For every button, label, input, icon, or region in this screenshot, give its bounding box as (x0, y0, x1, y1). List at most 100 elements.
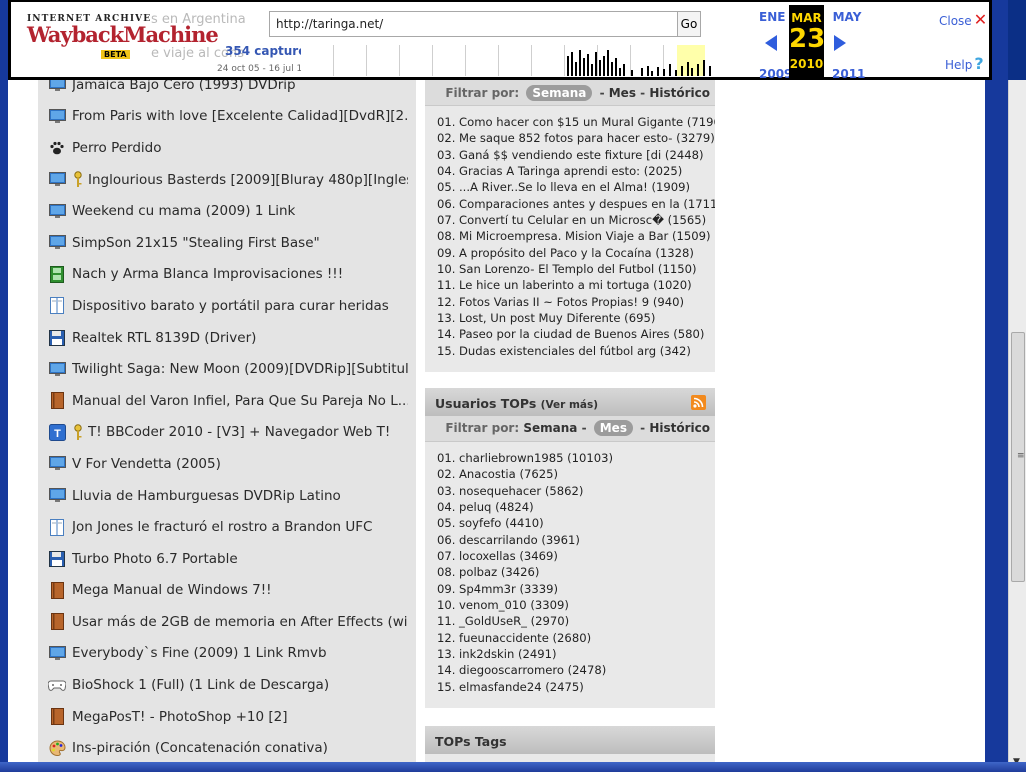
post-item[interactable]: Jon Jones le fracturó el rostro a Brando… (48, 511, 408, 543)
item-link[interactable]: Dudas existenciales del fútbol arg (342) (459, 344, 691, 358)
url-input[interactable]: http://taringa.net/ (269, 11, 681, 37)
post-title-link[interactable]: Nach y Arma Blanca Improvisaciones !!! (72, 266, 343, 282)
post-title-link[interactable]: Lluvia de Hamburguesas DVDRip Latino (72, 488, 341, 504)
item-link[interactable]: Fotos Varias II ~ Fotos Propias! 9 (940) (459, 295, 684, 309)
list-item[interactable]: 03. Ganá $$ vendiendo este fixture [di (2… (437, 147, 715, 163)
list-item[interactable]: 07. locoxellas (3469) (437, 548, 715, 564)
post-item[interactable]: Realtek RTL 8139D (Driver) (48, 322, 408, 354)
prev-arrow-icon[interactable] (765, 35, 777, 51)
item-link[interactable]: descarrilando (3961) (459, 533, 580, 547)
item-link[interactable]: polbaz (3426) (459, 565, 539, 579)
list-item[interactable]: 08. Mi Microempresa. Mision Viaje a Bar (… (437, 228, 715, 244)
post-title-link[interactable]: Twilight Saga: New Moon (2009)[DVDRip][S… (72, 361, 408, 377)
item-link[interactable]: Comparaciones antes y despues en la (171… (459, 197, 715, 211)
list-item[interactable]: 01. Como hacer con $15 un Mural Gigante (… (437, 114, 715, 130)
list-item[interactable]: 10. venom_010 (3309) (437, 597, 715, 613)
item-link[interactable]: Sp4mm3r (3339) (459, 582, 558, 596)
post-title-link[interactable]: Realtek RTL 8139D (Driver) (72, 330, 256, 346)
post-title-link[interactable]: Dispositivo barato y portátil para curar… (72, 298, 389, 314)
list-item[interactable]: 14. Paseo por la ciudad de Buenos Aires (… (437, 326, 715, 342)
item-link[interactable]: Me saque 852 fotos para hacer esto- (327… (459, 131, 715, 145)
item-link[interactable]: fueunaccidente (2680) (459, 631, 591, 645)
post-title-link[interactable]: Manual del Varon Infiel, Para Que Su Par… (72, 393, 408, 409)
post-item[interactable]: Manual del Varon Infiel, Para Que Su Par… (48, 385, 408, 417)
item-link[interactable]: Paseo por la ciudad de Buenos Aires (580… (459, 327, 704, 341)
post-item[interactable]: SimpSon 21x15 "Stealing First Base" (48, 227, 408, 259)
item-link[interactable]: soyfefo (4410) (459, 516, 544, 530)
post-item[interactable]: T T! BBCoder 2010 - [V3] + Navegador Web … (48, 417, 408, 449)
filter-semana[interactable]: Semana (523, 421, 577, 435)
post-title-link[interactable]: BioShock 1 (Full) (1 Link de Descarga) (72, 677, 329, 693)
list-item[interactable]: 11. _GoldUseR_ (2970) (437, 613, 715, 629)
item-link[interactable]: Le hice un laberinto a mi tortuga (1020) (459, 278, 692, 292)
post-title-link[interactable]: Mega Manual de Windows 7!! (72, 582, 272, 598)
item-link[interactable]: Anacostia (7625) (459, 467, 558, 481)
item-link[interactable]: Como hacer con $15 un Mural Gigante (719… (459, 115, 715, 129)
list-item[interactable]: 01. charliebrown1985 (10103) (437, 450, 715, 466)
close-button[interactable]: Close ✕ (939, 10, 987, 29)
item-link[interactable]: elmasfande24 (2475) (459, 680, 584, 694)
post-item[interactable]: Weekend cu mama (2009) 1 Link (48, 195, 408, 227)
scrollbar-thumb[interactable]: ≡ (1011, 332, 1025, 582)
list-item[interactable]: 08. polbaz (3426) (437, 564, 715, 580)
item-link[interactable]: San Lorenzo- El Templo del Futbol (1150) (459, 262, 696, 276)
list-item[interactable]: 15. elmasfande24 (2475) (437, 679, 715, 695)
post-item[interactable]: Turbo Photo 6.7 Portable (48, 543, 408, 575)
post-item[interactable]: Ins-piración (Concatenación conativa) (48, 732, 408, 764)
item-link[interactable]: Convertí tu Celular en un Microsc� (1565… (459, 213, 706, 227)
item-link[interactable]: locoxellas (3469) (459, 549, 558, 563)
help-button[interactable]: Help? (945, 54, 984, 73)
item-link[interactable]: ink2dskin (2491) (459, 647, 557, 661)
item-link[interactable]: venom_010 (3309) (459, 598, 569, 612)
list-item[interactable]: 06. Comparaciones antes y despues en la (… (437, 196, 715, 212)
list-item[interactable]: 06. descarrilando (3961) (437, 532, 715, 548)
list-item[interactable]: 13. Lost, Un post Muy Diferente (695) (437, 310, 715, 326)
list-item[interactable]: 05. ...A River..Se lo lleva en el Alma! (… (437, 179, 715, 195)
post-item[interactable]: MegaPosT! - PhotoShop +10 [2] (48, 701, 408, 733)
list-item[interactable]: 02. Anacostia (7625) (437, 466, 715, 482)
post-title-link[interactable]: From Paris with love [Excelente Calidad]… (72, 108, 408, 124)
post-item[interactable]: Usar más de 2GB de memoria en After Effe… (48, 606, 408, 638)
item-link[interactable]: ...A River..Se lo lleva en el Alma! (190… (459, 180, 690, 194)
post-title-link[interactable]: Inglourious Basterds [2009][Bluray 480p]… (88, 172, 408, 188)
item-link[interactable]: A propósito del Paco y la Cocaína (1328) (459, 246, 694, 260)
list-item[interactable]: 04. Gracias A Taringa aprendi esto: (2025… (437, 163, 715, 179)
wayback-logo[interactable]: INTERNET ARCHIVE WaybackMachine BETA (27, 14, 219, 59)
post-item[interactable]: From Paris with love [Excelente Calidad]… (48, 101, 408, 133)
post-item[interactable]: Mega Manual de Windows 7!! (48, 575, 408, 607)
next-month[interactable]: MAY 2011 (832, 10, 865, 81)
post-title-link[interactable]: V For Vendetta (2005) (72, 456, 221, 472)
list-item[interactable]: 13. ink2dskin (2491) (437, 646, 715, 662)
list-item[interactable]: 07. Convertí tu Celular en un Microsc� (1… (437, 212, 715, 228)
item-link[interactable]: Gracias A Taringa aprendi esto: (2025) (459, 164, 682, 178)
list-item[interactable]: 09. A propósito del Paco y la Cocaína (13… (437, 245, 715, 261)
filter-semana[interactable]: Semana (526, 85, 593, 101)
post-item[interactable]: Lluvia de Hamburguesas DVDRip Latino (48, 480, 408, 512)
post-title-link[interactable]: Turbo Photo 6.7 Portable (72, 551, 238, 567)
rss-icon[interactable] (691, 395, 706, 410)
filter-mes[interactable]: Mes (609, 86, 636, 100)
post-title-link[interactable]: Perro Perdido (72, 140, 162, 156)
filter-mes[interactable]: Mes (593, 420, 633, 436)
ver-mas-link[interactable]: (Ver más) (541, 399, 598, 411)
post-item[interactable]: Twilight Saga: New Moon (2009)[DVDRip][S… (48, 353, 408, 385)
filter-historico[interactable]: Histórico (649, 421, 710, 435)
post-title-link[interactable]: Everybody`s Fine (2009) 1 Link Rmvb (72, 645, 327, 661)
list-item[interactable]: 02. Me saque 852 fotos para hacer esto- (… (437, 130, 715, 146)
item-link[interactable]: _GoldUseR_ (2970) (459, 614, 569, 628)
post-item[interactable]: Nach y Arma Blanca Improvisaciones !!! (48, 259, 408, 291)
item-link[interactable]: peluq (4824) (459, 500, 534, 514)
post-item[interactable]: Everybody`s Fine (2009) 1 Link Rmvb (48, 638, 408, 670)
go-button[interactable]: Go (677, 11, 701, 37)
item-link[interactable]: diegooscarromero (2478) (459, 663, 606, 677)
list-item[interactable]: 10. San Lorenzo- El Templo del Futbol (11… (437, 261, 715, 277)
post-title-link[interactable]: Usar más de 2GB de memoria en After Effe… (72, 614, 408, 630)
list-item[interactable]: 14. diegooscarromero (2478) (437, 662, 715, 678)
post-item[interactable]: Dispositivo barato y portátil para curar… (48, 290, 408, 322)
item-link[interactable]: nosequehacer (5862) (459, 484, 583, 498)
post-item[interactable]: V For Vendetta (2005) (48, 448, 408, 480)
post-title-link[interactable]: Jon Jones le fracturó el rostro a Brando… (72, 519, 372, 535)
item-link[interactable]: Ganá $$ vendiendo este fixture [di (2448… (459, 148, 703, 162)
post-title-link[interactable]: Weekend cu mama (2009) 1 Link (72, 203, 295, 219)
list-item[interactable]: 12. Fotos Varias II ~ Fotos Propias! 9 (9… (437, 294, 715, 310)
